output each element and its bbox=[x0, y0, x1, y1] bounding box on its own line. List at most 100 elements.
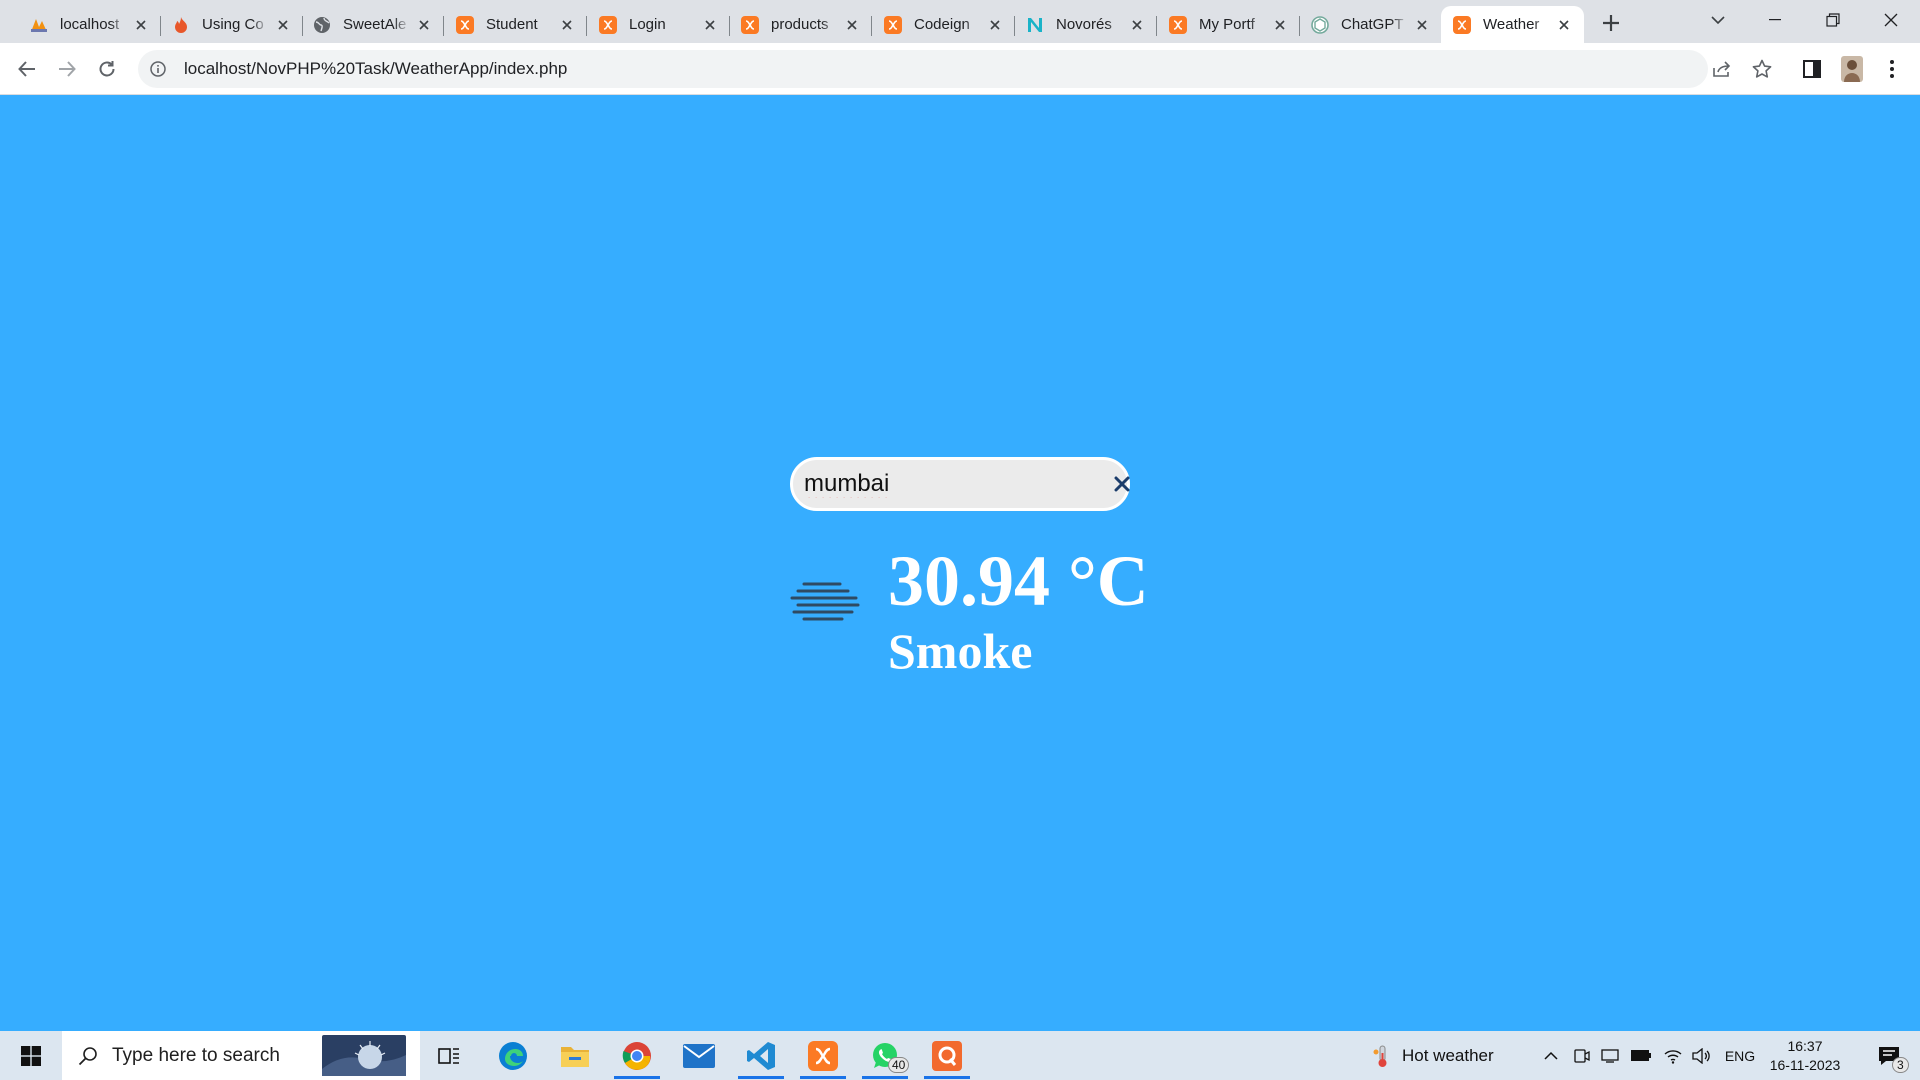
xampp-icon bbox=[456, 15, 474, 34]
forward-button[interactable] bbox=[51, 53, 83, 85]
bookmark-button[interactable] bbox=[1746, 53, 1778, 85]
novores-icon bbox=[1026, 16, 1044, 34]
tray-volume[interactable] bbox=[1688, 1031, 1714, 1080]
tab-title: My Portf bbox=[1199, 16, 1255, 33]
tray-meet-now[interactable] bbox=[1570, 1031, 1594, 1080]
tab-title: Student bbox=[486, 16, 538, 33]
xampp-icon bbox=[1453, 15, 1471, 34]
browser-tab-strip: localhost Using Co SweetAle Student Login pro… bbox=[0, 0, 1920, 43]
browser-tab[interactable]: My Portf bbox=[1157, 6, 1300, 43]
windows-taskbar: Type here to search 40 Hot weather ENG 1… bbox=[0, 1031, 1920, 1080]
globe-icon bbox=[313, 16, 331, 34]
qlik-icon bbox=[932, 1040, 962, 1071]
tab-close-icon[interactable] bbox=[1414, 17, 1430, 33]
close-icon bbox=[1884, 13, 1898, 27]
tray-cast[interactable] bbox=[1598, 1031, 1622, 1080]
temperature-value: 30.94 °C bbox=[888, 541, 1149, 621]
xampp-icon bbox=[599, 15, 617, 34]
browser-tab[interactable]: Login bbox=[587, 6, 730, 43]
taskbar-xampp[interactable] bbox=[794, 1031, 852, 1080]
url-text[interactable]: localhost/NovPHP%20Task/WeatherApp/index… bbox=[184, 59, 567, 79]
profile-button[interactable] bbox=[1836, 53, 1868, 85]
vscode-icon bbox=[747, 1041, 775, 1070]
tab-title: Using Co bbox=[202, 16, 264, 33]
tab-close-icon[interactable] bbox=[987, 17, 1003, 33]
windows-logo-icon bbox=[21, 1045, 41, 1066]
start-button[interactable] bbox=[0, 1031, 62, 1080]
tab-title: Weather bbox=[1483, 16, 1540, 33]
search-icon bbox=[78, 1046, 97, 1065]
tab-close-icon[interactable] bbox=[416, 17, 432, 33]
weather-result: 30.94 °C Smoke bbox=[790, 540, 1190, 680]
tab-close-icon[interactable] bbox=[844, 17, 860, 33]
new-tab-button[interactable] bbox=[1596, 8, 1626, 38]
taskbar-file-explorer[interactable] bbox=[546, 1031, 604, 1080]
mail-icon bbox=[683, 1043, 715, 1068]
file-explorer-icon bbox=[561, 1046, 589, 1067]
chatgpt-icon bbox=[1311, 15, 1329, 34]
minimize-button[interactable] bbox=[1752, 0, 1798, 40]
taskbar-qlik[interactable] bbox=[918, 1031, 976, 1080]
star-icon bbox=[1752, 59, 1772, 78]
browser-tab[interactable]: Novorés bbox=[1014, 6, 1157, 43]
tab-close-icon[interactable] bbox=[702, 17, 718, 33]
xampp-icon bbox=[1169, 15, 1187, 34]
browser-tab[interactable]: Weather bbox=[1441, 6, 1584, 43]
show-hidden-icons-button[interactable] bbox=[1538, 1031, 1564, 1080]
side-panel-button[interactable] bbox=[1796, 53, 1828, 85]
smoke-haze-icon bbox=[790, 582, 860, 621]
arrow-right-icon bbox=[59, 61, 76, 77]
browser-tab[interactable]: SweetAle bbox=[301, 6, 444, 43]
browser-toolbar: localhost/NovPHP%20Task/WeatherApp/index… bbox=[0, 43, 1920, 95]
site-info-icon[interactable] bbox=[148, 59, 168, 79]
address-bar[interactable]: localhost/NovPHP%20Task/WeatherApp/index… bbox=[138, 50, 1708, 88]
tray-battery[interactable] bbox=[1628, 1031, 1654, 1080]
minimize-icon bbox=[1769, 19, 1781, 21]
weather-description: Smoke bbox=[888, 623, 1033, 679]
browser-menu-button[interactable] bbox=[1876, 53, 1908, 85]
close-window-button[interactable] bbox=[1868, 0, 1914, 40]
tray-clock[interactable]: 16:37 16-11-2023 bbox=[1764, 1031, 1846, 1080]
browser-tab[interactable]: products bbox=[729, 6, 872, 43]
thermometer-icon bbox=[1373, 1045, 1387, 1067]
restore-button[interactable] bbox=[1810, 0, 1856, 40]
taskbar-vscode[interactable] bbox=[732, 1031, 790, 1080]
tab-close-icon[interactable] bbox=[133, 17, 149, 33]
taskbar-whatsapp[interactable]: 40 bbox=[856, 1031, 914, 1080]
reload-button[interactable] bbox=[91, 53, 123, 85]
browser-tab[interactable]: Using Co bbox=[160, 6, 303, 43]
taskbar-edge[interactable] bbox=[484, 1031, 542, 1080]
notification-badge: 3 bbox=[1892, 1057, 1909, 1073]
tab-close-icon[interactable] bbox=[559, 17, 575, 33]
tab-close-icon[interactable] bbox=[275, 17, 291, 33]
taskbar-search-box[interactable]: Type here to search bbox=[62, 1031, 420, 1080]
clear-search-button[interactable] bbox=[1114, 464, 1130, 504]
browser-tab[interactable]: localhost bbox=[18, 6, 161, 43]
tab-close-icon[interactable] bbox=[1556, 17, 1572, 33]
chevron-down-icon bbox=[1711, 16, 1725, 25]
tab-title: ChatGPT bbox=[1341, 16, 1404, 33]
weather-widget[interactable]: Hot weather bbox=[1372, 1031, 1520, 1080]
taskbar-search-placeholder: Type here to search bbox=[112, 1044, 280, 1066]
browser-tab[interactable]: Student bbox=[444, 6, 587, 43]
taskbar-mail[interactable] bbox=[670, 1031, 728, 1080]
tab-search-button[interactable] bbox=[1695, 0, 1741, 40]
fire-icon bbox=[172, 16, 190, 34]
reload-icon bbox=[99, 61, 115, 77]
back-button[interactable] bbox=[11, 53, 43, 85]
browser-tab[interactable]: Codeign bbox=[872, 6, 1015, 43]
notification-center-button[interactable]: 3 bbox=[1864, 1031, 1914, 1080]
city-search-input[interactable] bbox=[793, 470, 1114, 498]
tab-close-icon[interactable] bbox=[1129, 17, 1145, 33]
edge-icon bbox=[499, 1041, 527, 1070]
camera-icon bbox=[1574, 1048, 1590, 1063]
taskbar-chrome[interactable] bbox=[608, 1031, 666, 1080]
city-search-box bbox=[790, 457, 1130, 511]
tray-network[interactable] bbox=[1660, 1031, 1686, 1080]
task-view-button[interactable] bbox=[420, 1031, 478, 1080]
chevron-up-icon bbox=[1544, 1051, 1558, 1060]
share-button[interactable] bbox=[1706, 53, 1738, 85]
tray-language[interactable]: ENG bbox=[1720, 1031, 1760, 1080]
browser-tab[interactable]: ChatGPT bbox=[1299, 6, 1442, 43]
tab-close-icon[interactable] bbox=[1272, 17, 1288, 33]
